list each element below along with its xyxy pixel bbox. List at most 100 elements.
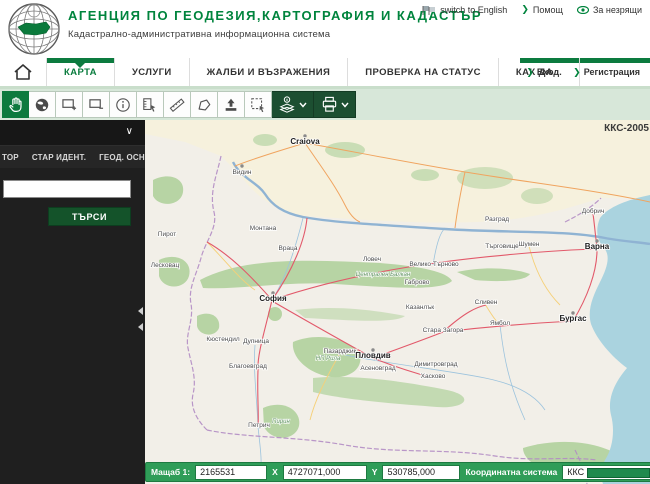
basemap-svg: Централен Балкан НП Рила Пирин Craiova Види…	[145, 120, 650, 484]
svg-text:Пловдив: Пловдив	[355, 351, 391, 360]
measure-distance-button[interactable]	[164, 91, 191, 118]
header: АГЕНЦИЯ ПО ГЕОДЕЗИЯ,КАРТОГРАФИЯ И КАДАСТ…	[0, 0, 650, 58]
chevron-down-icon	[299, 102, 307, 108]
map-crs-label: ККС-2005	[604, 123, 649, 134]
svg-text:София: София	[259, 294, 287, 303]
svg-text:Казанлък: Казанлък	[406, 304, 434, 311]
upload-button[interactable]	[218, 91, 245, 118]
scale-label: Мащаб 1:	[151, 467, 190, 477]
chevron-right-icon: ❯	[521, 4, 529, 15]
app-title: АГЕНЦИЯ ПО ГЕОДЕЗИЯ,КАРТОГРАФИЯ И КАДАСТ…	[68, 8, 482, 23]
measure-pick-button[interactable]	[137, 91, 164, 118]
scale-input[interactable]	[195, 465, 267, 480]
svg-text:Ямбол: Ямбол	[490, 319, 510, 327]
zoom-out-rect-button[interactable]	[83, 91, 110, 118]
y-coordinate-input[interactable]	[382, 465, 460, 480]
x-coordinate-input[interactable]	[283, 465, 367, 480]
tab-map[interactable]: КАРТА	[46, 58, 114, 86]
nav-auth: ❯ Вход ❯ Регистрация	[526, 58, 640, 86]
crs-select-label: Координатна система	[465, 467, 557, 477]
map-statusbar: Мащаб 1: X Y Координатна система ККС 200…	[145, 462, 650, 482]
svg-text:Монтана: Монтана	[250, 225, 277, 232]
sidebar-tab-old-ident[interactable]: СТАР ИДЕНТ.	[32, 153, 86, 162]
svg-text:Благоевград: Благоевград	[229, 363, 267, 370]
tab-status-check[interactable]: ПРОВЕРКА НА СТАТУС	[347, 58, 498, 86]
register-label: Регистрация	[584, 67, 640, 77]
svg-text:Петрич: Петрич	[248, 422, 270, 429]
pan-tool-button[interactable]	[2, 91, 29, 118]
svg-text:Шумен: Шумен	[519, 241, 540, 248]
app-subtitle: Кадастрално-административна информационн…	[68, 29, 482, 40]
globe-logo-icon	[6, 1, 62, 57]
svg-text:Стара Загора: Стара Загора	[423, 327, 464, 334]
search-button[interactable]: ТЪРСИ	[48, 207, 131, 226]
scale-bar	[587, 468, 650, 478]
tab-complaints[interactable]: ЖАЛБИ И ВЪЗРАЖЕНИЯ	[189, 58, 348, 86]
switch-language-link[interactable]: switch to English	[422, 5, 507, 15]
chevron-left-icon	[138, 307, 143, 315]
svg-text:Велико Търново: Велико Търново	[409, 261, 459, 268]
sidebar-search-input[interactable]	[3, 180, 131, 198]
switch-language-label: switch to English	[440, 5, 507, 15]
chevron-right-icon: ❯	[526, 67, 534, 78]
dashed-select-icon	[250, 97, 266, 113]
svg-text:Лесковац: Лесковац	[151, 262, 180, 269]
world-extent-button[interactable]	[29, 91, 56, 118]
register-link[interactable]: ❯ Регистрация	[573, 67, 640, 78]
sidebar-tab-geodetic-basis[interactable]: ГЕОД. ОСНОВА	[99, 153, 145, 162]
ruler-icon	[169, 97, 185, 113]
svg-text:Габрово: Габрово	[405, 278, 430, 286]
layers-identify-icon	[278, 96, 296, 114]
printer-icon	[321, 96, 338, 113]
svg-text:НП Рила: НП Рила	[316, 356, 341, 362]
tool-row	[2, 91, 356, 118]
select-region-button[interactable]	[245, 91, 272, 118]
accessibility-link[interactable]: За незрящи	[577, 5, 642, 15]
svg-text:Добрич: Добрич	[582, 207, 604, 215]
globe-icon	[34, 97, 50, 113]
header-links: switch to English ❯ Помощ За незрящи	[422, 4, 642, 15]
chevron-right-icon: ❯	[573, 67, 581, 78]
print-dropdown-button[interactable]	[314, 91, 356, 118]
polygon-icon	[196, 97, 212, 113]
sidebar-collapse-handle[interactable]	[136, 296, 145, 342]
info-icon	[115, 97, 131, 113]
svg-text:Ловеч: Ловеч	[363, 256, 381, 263]
tab-services[interactable]: УСЛУГИ	[114, 58, 189, 86]
svg-text:Бургас: Бургас	[559, 314, 587, 323]
agency-logo[interactable]	[6, 1, 62, 57]
svg-text:Варна: Варна	[585, 242, 610, 251]
svg-text:Craiova: Craiova	[290, 137, 320, 146]
svg-text:Пирин: Пирин	[272, 419, 290, 425]
hand-icon	[7, 96, 24, 113]
y-label: Y	[372, 467, 378, 477]
svg-text:Пирот: Пирот	[158, 231, 176, 238]
layers-identify-dropdown-button[interactable]	[272, 91, 314, 118]
home-button[interactable]	[0, 58, 46, 86]
zoom-in-rect-button[interactable]	[56, 91, 83, 118]
svg-text:Хасково: Хасково	[421, 373, 446, 380]
main-area: ∨ ТОР СТАР ИДЕНТ. ГЕОД. ОСНОВА ТЪРСИ	[0, 120, 650, 484]
svg-text:Видин: Видин	[233, 169, 252, 176]
info-tool-button[interactable]	[110, 91, 137, 118]
svg-text:Сливен: Сливен	[475, 299, 498, 306]
svg-text:Дупница: Дупница	[243, 338, 269, 345]
map-toolbar	[0, 89, 650, 120]
nav-tabs: КАРТА УСЛУГИ ЖАЛБИ И ВЪЗРАЖЕНИЯ ПРОВЕРКА…	[0, 58, 580, 86]
accessibility-label: За незрящи	[593, 5, 642, 15]
svg-text:Централен Балкан: Централен Балкан	[356, 272, 411, 278]
x-label: X	[272, 467, 278, 477]
sidebar-dropdown[interactable]: ∨	[0, 120, 145, 146]
measure-area-button[interactable]	[191, 91, 218, 118]
svg-text:Разград: Разград	[485, 216, 509, 223]
sidebar-tab-identifier[interactable]: ТОР	[2, 153, 19, 162]
flags-icon	[422, 5, 436, 15]
svg-text:Кюстендил: Кюстендил	[206, 336, 239, 343]
svg-text:Пазарджик: Пазарджик	[324, 348, 357, 355]
page: АГЕНЦИЯ ПО ГЕОДЕЗИЯ,КАРТОГРАФИЯ И КАДАСТ…	[0, 0, 650, 484]
map-canvas[interactable]: Централен Балкан НП Рила Пирин Craiova Види…	[145, 120, 650, 484]
help-link[interactable]: ❯ Помощ	[521, 4, 563, 15]
help-label: Помощ	[533, 5, 563, 15]
svg-text:Враца: Враца	[279, 245, 298, 252]
login-link[interactable]: ❯ Вход	[526, 67, 559, 78]
